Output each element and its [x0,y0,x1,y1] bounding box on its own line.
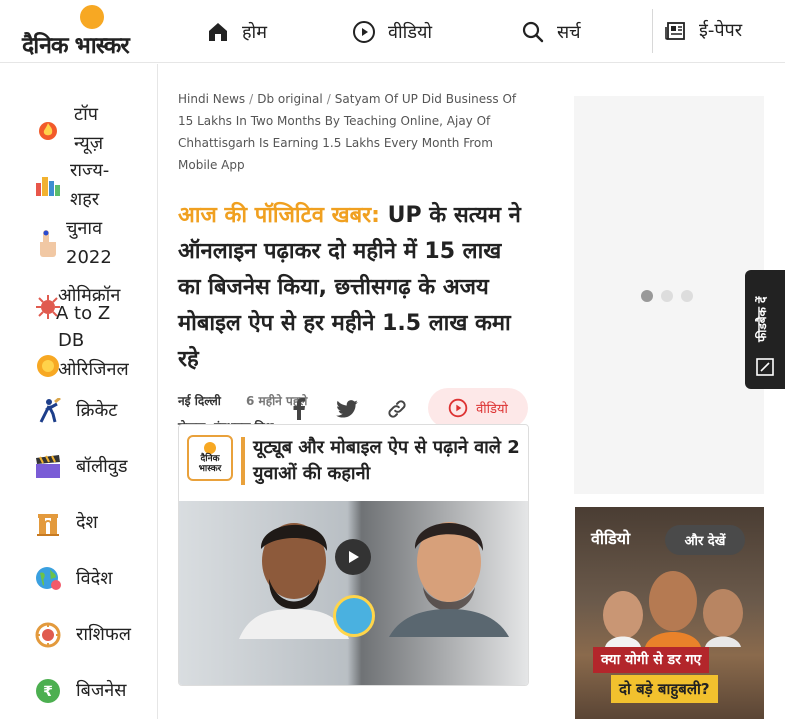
fire-icon [34,115,62,143]
dot [641,290,653,302]
sidebar-item-label: बॉलीवुड [76,456,128,477]
article-main: Hindi News / Db original / Satyam Of UP Did … [178,88,530,440]
edit-icon [756,358,774,376]
video-caption-line1: क्या योगी से डर गए [593,647,710,673]
link-icon [388,400,406,418]
sidebar-item-label: विदेश [76,568,113,589]
logo-sun-icon [204,442,216,454]
see-more-button[interactable]: और देखें [665,525,745,555]
zodiac-icon [34,621,62,649]
play-circle-icon [448,398,468,418]
video-widget-title: वीडियो [591,529,631,548]
dateline-place: नई दिल्ली [178,394,221,408]
sidebar-item-label: देश [76,512,98,533]
header: दैनिक भास्कर होम वीडियो सर्च ई-पेपर [0,0,785,63]
sidebar-item-label: राशिफल [76,624,132,645]
video-caption-line2: दो बड़े बाहुबली? [611,675,718,703]
breadcrumb-link-section[interactable]: Db original [257,92,323,106]
svg-text:₹: ₹ [43,684,53,700]
headline-kicker: आज की पॉजिटिव खबर: [178,203,380,228]
dot [661,290,673,302]
breadcrumb: Hindi News / Db original / Satyam Of UP Did … [178,92,517,172]
vote-finger-icon [34,229,62,257]
newspaper-icon [665,22,685,40]
feedback-tab[interactable]: फीडबैक दें [745,270,785,389]
sidebar-item-db-original[interactable]: DB ओरिजिनल [34,326,129,384]
sidebar-item-election[interactable]: चुनाव 2022 [34,214,112,272]
certificate-badge-icon [333,595,375,637]
facebook-share-button[interactable] [286,396,312,422]
nav-video-label: वीडियो [388,21,433,43]
sidebar-item-label: राज्य- शहर [70,160,110,210]
video-play-button[interactable] [335,539,371,575]
nav-home-label: होम [242,21,267,43]
nav-search-label: सर्च [557,21,581,43]
sidebar-item-a-to-z[interactable]: A to Z [56,299,110,328]
sidebar-item-horoscope[interactable]: राशिफल [34,620,131,649]
video-people-image [603,571,743,647]
video-widget[interactable]: वीडियो और देखें क्या योगी से डर गए दो बड… [575,507,764,719]
play-icon [349,551,359,563]
home-icon [209,22,227,41]
site-logo[interactable]: दैनिक भास्कर [22,5,164,59]
logo-text: दैनिक भास्कर [22,33,130,59]
sidebar-item-label: बिजनेस [76,680,127,701]
sidebar-item-label: टॉप न्यूज़ [74,104,104,154]
nav-search[interactable]: सर्च [521,0,581,63]
headline-text: UP के सत्यम ने ऑनलाइन पढ़ाकर दो महीने मे… [178,203,521,372]
dot [681,290,693,302]
breadcrumb-link-home[interactable]: Hindi News [178,92,245,106]
hero-video-thumbnail[interactable]: दैनिक भास्कर यूट्यूब और मोबाइल ऐप से पढ़… [178,424,529,686]
logo-sun-icon [80,5,104,29]
copy-link-button[interactable] [384,396,410,422]
nav-home[interactable]: होम [206,0,267,63]
article-headline: आज की पॉजिटिव खबर: UP के सत्यम ने ऑनलाइन… [178,198,530,378]
play-circle-icon [353,20,375,43]
twitter-share-button[interactable] [334,396,360,422]
hero-banner-text: यूट्यूब और मोबाइल ऐप से पढ़ाने वाले 2 यु… [253,437,520,484]
search-icon [522,21,544,42]
sidebar-item-label: DB ओरिजिनल [58,330,129,380]
video-caption: क्या योगी से डर गए दो बड़े बाहुबली? [593,647,747,707]
sidebar-item-label: चुनाव 2022 [66,218,112,268]
hero-logo: दैनिक भास्कर [187,435,233,481]
watch-video-button[interactable]: वीडियो [428,388,528,428]
hero-photo [179,501,528,685]
sidebar-item-business[interactable]: ₹ बिजनेस [34,676,126,705]
sidebar-item-top-news[interactable]: टॉप न्यूज़ [34,100,103,158]
hero-logo-text: दैनिक भास्कर [198,454,222,474]
sidebar-item-state-city[interactable]: राज्य- शहर [34,156,109,214]
facebook-icon [293,398,305,420]
globe-icon [34,565,62,593]
india-gate-icon [34,509,62,537]
hero-banner: दैनिक भास्कर यूट्यूब और मोबाइल ऐप से पढ़… [179,425,528,501]
rupee-icon: ₹ [34,677,62,705]
sidebar-item-label: क्रिकेट [76,400,118,421]
nav-epaper-label: ई-पेपर [699,20,743,41]
person-right-image [389,522,509,637]
loading-dots [641,290,693,302]
banner-divider [241,437,245,485]
feedback-label: फीडबैक दें [755,296,769,342]
clapperboard-icon [34,453,62,481]
sidebar-item-cricket[interactable]: क्रिकेट [34,396,117,425]
watch-video-label: वीडियो [476,402,508,417]
sidebar-item-world[interactable]: विदेश [34,564,112,593]
nav-epaper[interactable]: ई-पेपर [652,9,743,53]
city-icon [34,171,62,199]
sidebar: टॉप न्यूज़ राज्य- शहर चुनाव 2022 ओमिक्रॉ… [0,64,158,719]
cricket-icon [34,397,62,425]
twitter-icon [336,400,358,418]
nav-video[interactable]: वीडियो [352,0,432,63]
sidebar-item-bollywood[interactable]: बॉलीवुड [34,452,127,481]
sidebar-item-label: A to Z [56,303,111,324]
sidebar-item-country[interactable]: देश [34,508,98,537]
